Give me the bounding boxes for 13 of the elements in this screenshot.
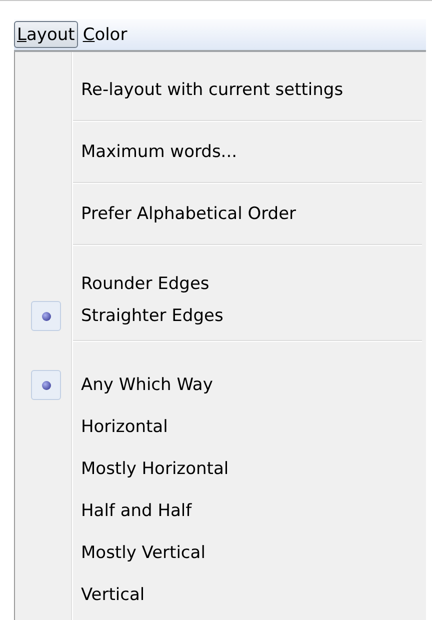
menu-item[interactable]: Straighter Edges [73,306,224,326]
menu-item[interactable]: Maximum words... [73,142,238,162]
menu-item[interactable]: Re-layout with current settings [73,80,344,100]
menu-item[interactable]: Rounder Edges [73,274,210,294]
menu-item[interactable]: Vertical [73,585,145,605]
menu-title[interactable]: Color [80,21,130,48]
menu-item[interactable]: Mostly Horizontal [73,459,229,479]
menu-item[interactable]: Prefer Alphabetical Order [73,204,296,224]
menu-item[interactable]: Half and Half [73,501,192,521]
menu-item[interactable]: Mostly Vertical [73,543,206,563]
menu-item[interactable]: Any Which Way [73,375,213,395]
menu-title[interactable]: Layout [14,21,78,48]
menu-item[interactable]: Horizontal [73,417,168,437]
